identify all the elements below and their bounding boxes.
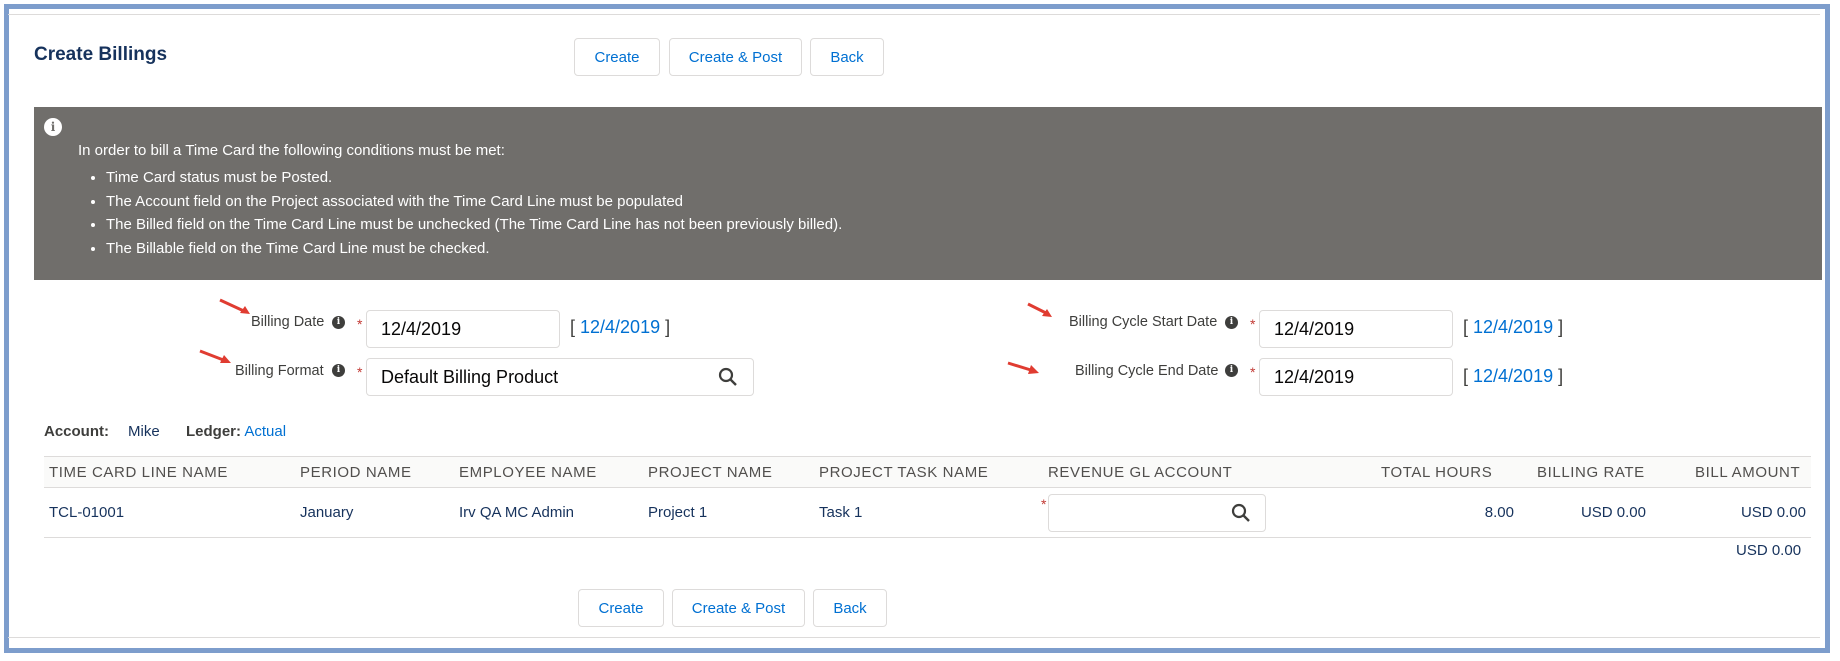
info-panel: i In order to bill a Time Card the follo… [34,107,1822,280]
column-header: TOTAL HOURS [1381,464,1493,481]
time-card-lines-table: TIME CARD LINE NAME PERIOD NAME EMPLOYEE… [44,456,1811,538]
column-header: BILLING RATE [1537,464,1645,481]
billing-format-label: Billing Format [235,363,324,379]
required-marker: * [1041,496,1047,512]
cycle-start-today-value[interactable]: 12/4/2019 [1473,317,1553,337]
create-post-button-top[interactable]: Create & Post [669,38,802,76]
cycle-end-label: Billing Cycle End Date [1075,363,1219,379]
info-condition: Time Card status must be Posted. [106,166,842,190]
help-icon[interactable]: i [1225,316,1238,329]
column-header: BILL AMOUNT [1695,464,1801,481]
info-condition: The Billed field on the Time Card Line m… [106,213,842,237]
billing-date-input[interactable]: 12/4/2019 [366,310,560,348]
project-link[interactable]: Project 1 [648,504,707,521]
cycle-end-input[interactable]: 12/4/2019 [1259,358,1453,396]
column-header: PERIOD NAME [300,464,412,481]
total-hours-cell: 8.00 [1484,504,1514,521]
info-conditions-list: Time Card status must be Posted. The Acc… [78,166,842,260]
arrow-icon [1007,361,1039,374]
employee-cell: Irv QA MC Admin [459,504,575,521]
account-value-text: Mike [128,423,160,440]
billing-rate-cell: USD 0.00 [1580,504,1646,521]
create-post-button-bottom[interactable]: Create & Post [672,589,805,627]
project-task-link[interactable]: Task 1 [819,504,862,521]
info-icon: i [44,118,62,136]
cycle-start-today-link: [ 12/4/2019 ] [1463,317,1564,337]
back-button-bottom[interactable]: Back [813,589,887,627]
cycle-start-label: Billing Cycle Start Date [1069,314,1218,330]
arrow-icon [199,349,231,363]
ledger: Ledger: Actual [186,423,286,440]
cycle-end-today-link: [ 12/4/2019 ] [1463,366,1564,386]
required-marker: * [1250,364,1256,380]
column-header: EMPLOYEE NAME [459,464,597,481]
required-marker: * [357,364,363,380]
account-value: Mike [128,423,160,440]
billing-format-input[interactable]: Default Billing Product [366,358,754,396]
help-icon[interactable]: i [332,316,345,329]
info-condition: The Billable field on the Time Card Line… [106,237,842,261]
arrow-icon [1027,302,1052,317]
info-intro: In order to bill a Time Card the followi… [78,142,505,159]
column-header: PROJECT TASK NAME [819,464,989,481]
search-icon[interactable] [718,367,738,387]
cycle-end-today-value[interactable]: 12/4/2019 [1473,366,1553,386]
account-label: Account: [44,423,109,440]
arrow-icon [219,298,250,314]
account-label-text: Account: [44,423,109,440]
info-condition: The Account field on the Project associa… [106,190,842,214]
required-marker: * [1250,316,1256,332]
cycle-start-input[interactable]: 12/4/2019 [1259,310,1453,348]
create-button-bottom[interactable]: Create [578,589,664,627]
ledger-label: Ledger: [186,423,242,440]
page-title: Create Billings [34,44,168,65]
create-button-top[interactable]: Create [574,38,660,76]
bill-amount-total: USD 0.00 [1736,542,1802,559]
back-button-top[interactable]: Back [810,38,884,76]
period-cell: January [300,504,354,521]
billing-date-label: Billing Date [251,314,325,330]
time-card-line-link[interactable]: TCL-01001 [49,504,124,521]
required-marker: * [357,316,363,332]
column-header: TIME CARD LINE NAME [49,464,228,481]
billing-date-today-link: [ 12/4/2019 ] [570,317,671,337]
help-icon[interactable]: i [1225,364,1238,377]
bill-amount-cell: USD 0.00 [1740,504,1806,521]
help-icon[interactable]: i [332,364,345,377]
table-header: TIME CARD LINE NAME PERIOD NAME EMPLOYEE… [44,456,1811,488]
billing-date-today-value[interactable]: 12/4/2019 [580,317,660,337]
table-row: TCL-01001 January Irv QA MC Admin Projec… [44,488,1811,538]
column-header: REVENUE GL ACCOUNT [1048,464,1233,481]
search-icon[interactable] [1231,503,1251,523]
ledger-value[interactable]: Actual [244,423,286,440]
column-header: PROJECT NAME [648,464,773,481]
